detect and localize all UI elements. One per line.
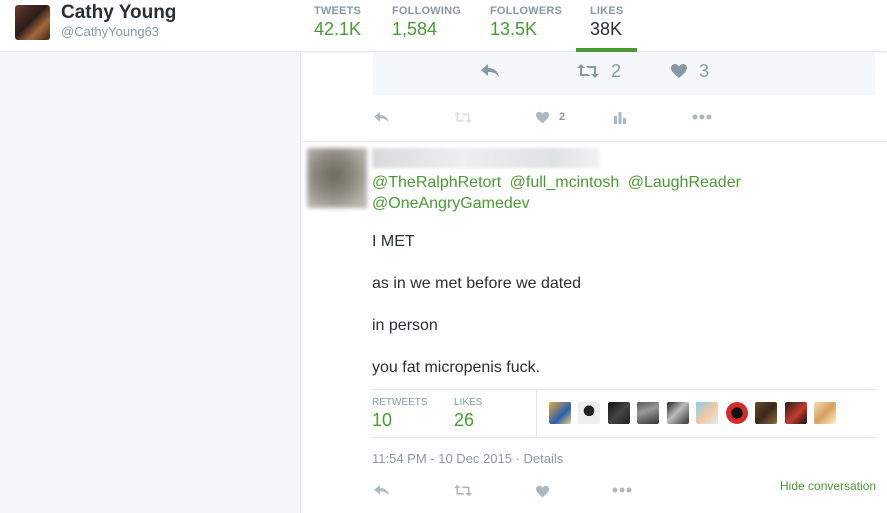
heart-icon[interactable] — [535, 111, 550, 124]
analytics-icon[interactable] — [613, 110, 627, 124]
liker-avatar[interactable] — [666, 402, 689, 424]
reply-icon[interactable] — [373, 111, 390, 124]
tweet-text-line: you fat micropenis fuck. — [372, 359, 541, 376]
liker-avatar[interactable] — [578, 402, 601, 424]
mention-link[interactable]: @TheRalphRetort — [372, 174, 501, 191]
retweets-label: RETWEETS — [372, 397, 428, 408]
tweet-stats: RETWEETS 10 LIKES 26 — [372, 389, 876, 438]
tweet-text-line: as in we met before we dated — [372, 275, 582, 292]
tweet-divider — [301, 141, 887, 142]
nav-stat-followers[interactable]: FOLLOWERS 13.5K — [490, 5, 562, 40]
tweet-mentions: @TheRalphRetort @full_mcintosh @LaughRea… — [372, 172, 792, 214]
retweet-icon[interactable] — [453, 111, 473, 124]
more-icon[interactable] — [612, 487, 632, 493]
quoted-tweet-actions: 2 3 — [373, 53, 875, 95]
retweet-icon[interactable] — [453, 484, 473, 497]
active-tab-underline — [576, 48, 637, 52]
nav-stat-value: 1,584 — [392, 19, 438, 39]
liker-avatar[interactable] — [784, 402, 807, 424]
nav-stat-value: 42.1K — [314, 19, 362, 39]
profile-handle: @CathyYoung63 — [61, 24, 160, 39]
likes-value: 26 — [454, 410, 475, 430]
tweet-text-line: I MET — [372, 233, 415, 250]
profile-avatar[interactable] — [15, 5, 50, 40]
liker-avatar[interactable] — [607, 402, 630, 424]
liker-avatar[interactable] — [696, 402, 719, 424]
nav-stat-value: 38K — [590, 19, 623, 39]
nav-stat-label: TWEETS — [314, 5, 362, 17]
nav-stat-tweets[interactable]: TWEETS 42.1K — [314, 5, 361, 40]
more-icon[interactable] — [692, 114, 712, 120]
profile-nav-bar: Cathy Young @CathyYoung63 TWEETS 42.1K F… — [0, 0, 887, 52]
previous-like-count: 2 — [559, 111, 566, 123]
quoted-retweet-count: 2 — [611, 61, 622, 81]
nav-stat-following[interactable]: FOLLOWING 1,584 — [392, 5, 461, 40]
retweets-value: 10 — [372, 410, 393, 430]
stats-separator — [536, 390, 537, 437]
liker-avatar[interactable] — [755, 402, 778, 424]
reply-icon[interactable] — [373, 484, 390, 497]
reply-icon[interactable] — [480, 63, 500, 79]
tweet-author-avatar-blurred[interactable] — [307, 148, 367, 208]
timeline: 2 3 2 @TheRalphRetort @full_mcintosh @La… — [300, 53, 887, 513]
nav-stat-value: 13.5K — [490, 19, 538, 39]
mention-link[interactable]: @LaughReader — [628, 174, 741, 191]
retweets-stat[interactable]: RETWEETS 10 — [372, 397, 428, 431]
liker-avatar[interactable] — [549, 402, 571, 424]
nav-stat-label: FOLLOWERS — [490, 5, 563, 17]
heart-icon[interactable] — [670, 63, 688, 79]
quoted-like-count: 3 — [699, 61, 710, 81]
nav-stat-label: LIKES — [590, 5, 624, 17]
mention-link[interactable]: @full_mcintosh — [510, 174, 620, 191]
liker-avatar[interactable] — [814, 402, 837, 424]
heart-icon[interactable] — [535, 485, 550, 498]
likes-label: LIKES — [454, 397, 483, 408]
liker-avatar[interactable] — [725, 402, 748, 424]
liker-avatars — [549, 402, 839, 424]
likes-stat[interactable]: LIKES 26 — [454, 397, 482, 431]
mention-link[interactable]: @OneAngryGamedev — [372, 195, 530, 212]
tweet-text-line: in person — [372, 317, 438, 334]
liker-avatar[interactable] — [637, 402, 660, 424]
nav-stat-label: FOLLOWING — [392, 5, 462, 17]
tweet-author-name-redacted[interactable] — [372, 148, 599, 168]
retweet-icon[interactable] — [576, 63, 600, 79]
hide-conversation-link[interactable]: Hide conversation — [780, 479, 876, 493]
nav-stat-likes[interactable]: LIKES 38K — [590, 5, 623, 40]
tweet-timestamp[interactable]: 11:54 PM - 10 Dec 2015 · Details — [372, 451, 563, 466]
profile-name[interactable]: Cathy Young — [61, 2, 176, 24]
